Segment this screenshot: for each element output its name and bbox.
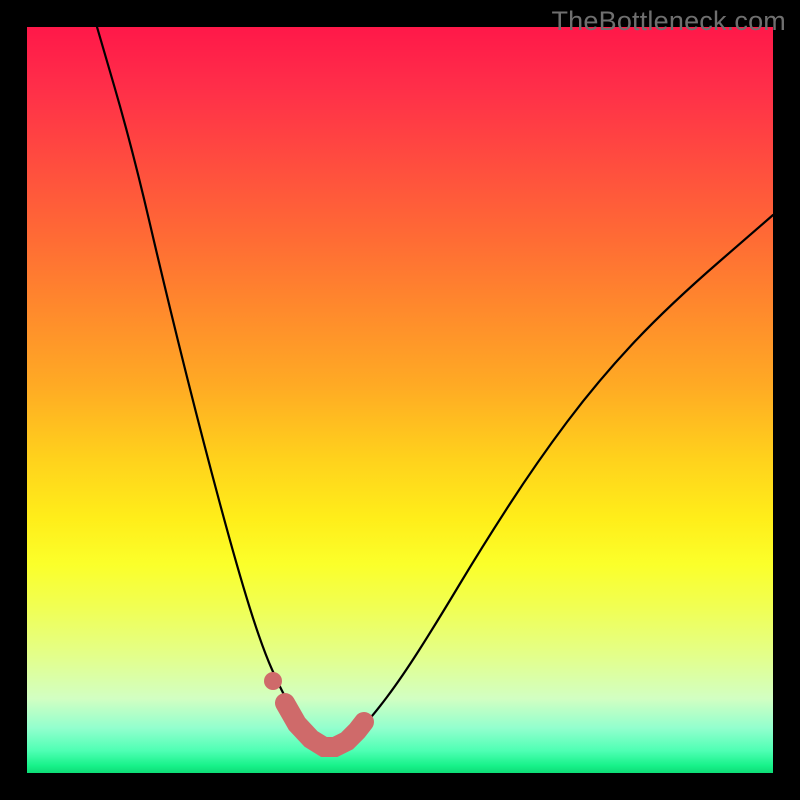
curve-right-branch — [329, 215, 773, 750]
curve-left-branch — [97, 27, 329, 750]
optimal-range-marker — [285, 703, 364, 747]
bottleneck-curve-svg — [27, 27, 773, 773]
chart-plot-area — [27, 27, 773, 773]
current-config-dot — [264, 672, 282, 690]
watermark-text: TheBottleneck.com — [551, 6, 786, 37]
